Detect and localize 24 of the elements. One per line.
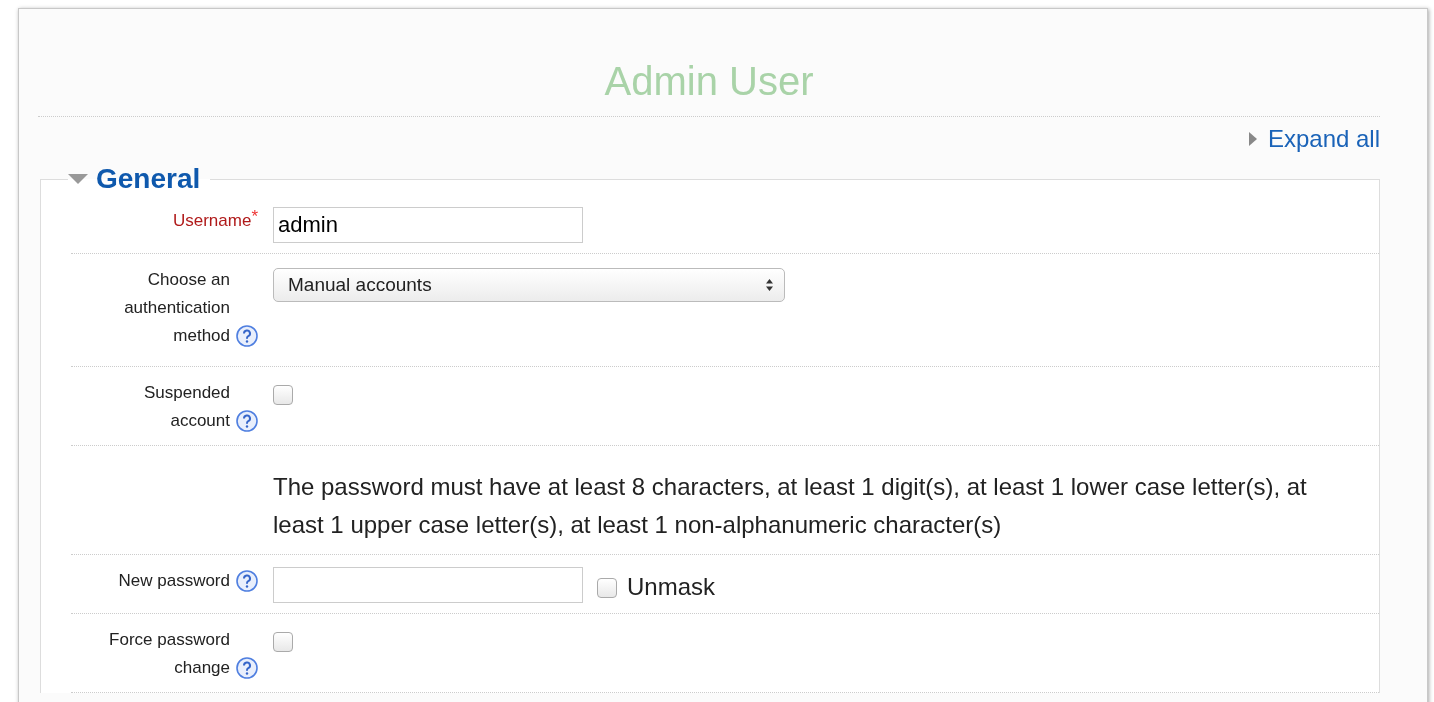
- field-label: Choose an authentication method: [123, 269, 230, 347]
- field-label: Suspended account: [142, 382, 230, 432]
- required-mark: *: [251, 207, 258, 227]
- help-icon[interactable]: [236, 410, 258, 432]
- help-icon[interactable]: [236, 325, 258, 347]
- field-label: New password: [118, 570, 230, 592]
- field-label: Username: [172, 210, 252, 232]
- username-field[interactable]: admin: [273, 207, 583, 243]
- page-title: Admin User: [38, 9, 1380, 117]
- auth-method-select[interactable]: Manual accounts: [273, 268, 785, 302]
- password-field[interactable]: [273, 567, 583, 603]
- field-label: Force password change: [108, 629, 230, 679]
- updown-icon: [765, 278, 774, 292]
- checkbox[interactable]: [273, 632, 293, 652]
- password-rules-text: The password must have at least 8 characters, at least 1 digit(s), at least 1 lower case letter(s), at least 1 upper case letter(s), at least 1 non-alphanumeric character(s): [273, 472, 1308, 540]
- caret-icon: [1247, 131, 1258, 147]
- unmask-label: Unmask: [627, 573, 716, 601]
- checkbox[interactable]: [273, 385, 293, 405]
- help-icon[interactable]: [236, 570, 258, 592]
- help-icon[interactable]: [236, 657, 258, 679]
- caret-icon: [68, 173, 88, 185]
- expand-all-link[interactable]: Expand all: [1247, 125, 1380, 153]
- section-toggle[interactable]: General: [68, 163, 201, 195]
- checkbox[interactable]: [597, 578, 617, 598]
